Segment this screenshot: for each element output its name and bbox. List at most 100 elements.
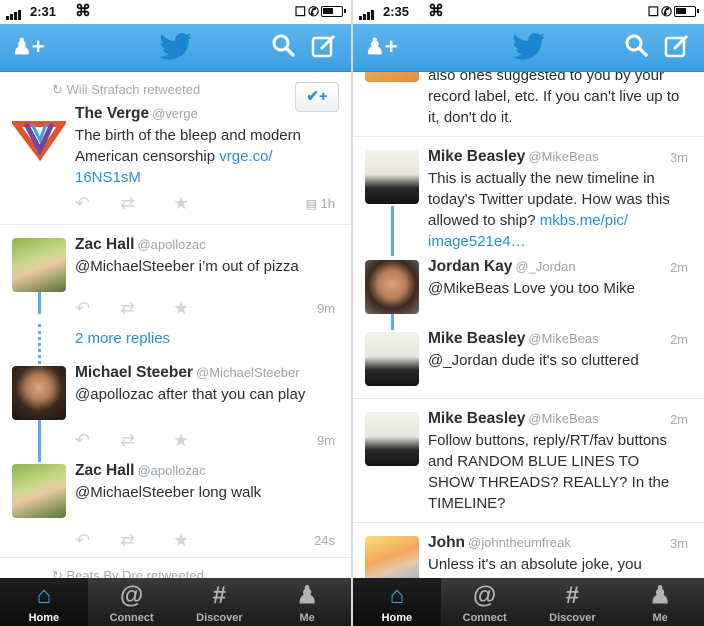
retweet-icon: ↻ (52, 82, 63, 97)
tweet-text: Unless it's an absolute joke, you (428, 556, 642, 573)
tweet-actions: ↶ ⇄ ★ (75, 193, 275, 213)
hash-icon: # (212, 582, 227, 609)
tweet-author[interactable]: Michael Steeber @MichaelSteeber (75, 364, 300, 382)
status-bar: 2:31 ⌘ ☐✆ (0, 0, 351, 24)
tweet-author[interactable]: Zac Hall @apollozac (75, 462, 206, 480)
retweet-icon: ↻ (52, 568, 63, 578)
timeline[interactable]: ↻ Will Strafach retweeted ✔+ The Verge @v… (0, 72, 351, 578)
home-icon: ⌂ (36, 582, 52, 609)
divider (0, 557, 351, 558)
follow-button[interactable]: ✔+ (295, 82, 339, 112)
reply-icon[interactable]: ↶ (75, 430, 90, 451)
reply-icon[interactable]: ↶ (75, 530, 90, 551)
search-icon[interactable] (271, 33, 295, 64)
avatar (365, 536, 419, 578)
tweet-time: 2m (669, 412, 688, 427)
thread-line (38, 420, 41, 462)
hash-icon: # (565, 582, 580, 609)
thread-line-dotted (38, 324, 41, 364)
timeline[interactable]: also ones suggested to you by your recor… (353, 72, 704, 578)
tweet-text: @MikeBeas Love you too Mike (428, 280, 635, 297)
avatar (365, 150, 419, 204)
status-icons: ☐✆ (294, 4, 346, 20)
add-user-icon[interactable]: ♟+ (12, 33, 45, 61)
tweet-author[interactable]: Jordan Kay @_Jordan (428, 258, 576, 276)
tweet-text: This is actually the new timeline in tod… (428, 170, 670, 250)
tab-home[interactable]: ⌂ Home (0, 578, 88, 626)
thread-line (391, 314, 394, 330)
favorite-icon[interactable]: ★ (173, 530, 189, 551)
add-user-icon[interactable]: ♟+ (365, 33, 398, 61)
tweet-time: 24s (314, 533, 335, 548)
avatar (365, 412, 419, 466)
status-time: 2:35 (383, 4, 410, 19)
compose-icon[interactable] (311, 33, 337, 66)
tab-me[interactable]: ♟ Me (263, 578, 351, 626)
retweet-action-icon[interactable]: ⇄ (120, 430, 135, 451)
tab-discover[interactable]: # Discover (176, 578, 264, 626)
reply-icon[interactable]: ↶ (75, 298, 90, 319)
favorite-icon[interactable]: ★ (173, 430, 189, 451)
thread-line (38, 292, 41, 314)
tweet-author[interactable]: Zac Hall @apollozac (75, 236, 206, 254)
divider (353, 136, 704, 137)
mute-icon: ☐ (294, 4, 309, 19)
tweet-time: 3m (669, 150, 688, 165)
retweet-action-icon[interactable]: ⇄ (120, 298, 135, 319)
avatar (12, 238, 66, 292)
tweet-time: ▤ 1h (305, 196, 335, 211)
thread-line (391, 206, 394, 256)
tweet-actions: ↶ ⇄ ★ (75, 530, 275, 550)
tweet-author[interactable]: Mike Beasley @MikeBeas (428, 330, 599, 348)
tab-connect[interactable]: @ Connect (441, 578, 529, 626)
tweet-text: The birth of the bleep and modern Americ… (75, 127, 301, 186)
left-phone: 2:31 ⌘ ☐✆ ♟+ ↻ Will Strafach retweeted ✔… (0, 0, 351, 626)
battery-icon (321, 6, 346, 17)
tweet-text: also ones suggested to you by your recor… (428, 72, 680, 126)
tweet-author[interactable]: Mike Beasley @MikeBeas (428, 410, 599, 428)
retweet-action-icon[interactable]: ⇄ (120, 530, 135, 551)
tweet-author[interactable]: The Verge @verge (75, 105, 198, 123)
tab-bar: ⌂ Home @ Connect # Discover ♟ Me (0, 578, 351, 626)
tab-bar: ⌂ Home @ Connect # Discover ♟ Me (353, 578, 704, 626)
tweet-text: @MichaelSteeber i’m out of pizza (75, 258, 299, 275)
phone-icon: ✆ (661, 4, 674, 19)
more-replies-link[interactable]: 2 more replies (75, 330, 170, 347)
screenshot-composite: 2:31 ⌘ ☐✆ ♟+ ↻ Will Strafach retweeted ✔… (0, 0, 704, 626)
avatar (12, 464, 66, 518)
tweet-time: 9m (316, 433, 335, 448)
tweet-author[interactable]: Mike Beasley @MikeBeas (428, 148, 599, 166)
retweet-label: ↻ Will Strafach retweeted (52, 82, 201, 97)
wifi-icon: ⌘ (428, 3, 444, 20)
search-icon[interactable] (624, 33, 648, 64)
status-bar: 2:35 ⌘ ☐✆ (353, 0, 704, 24)
right-phone: 2:35 ⌘ ☐✆ ♟+ also ones suggested to you … (353, 0, 704, 626)
divider (0, 224, 351, 225)
tab-connect[interactable]: @ Connect (88, 578, 176, 626)
retweet-label: ↻ Beats By Dre retweeted (52, 568, 204, 578)
avatar (365, 72, 419, 82)
compose-icon[interactable] (664, 33, 690, 66)
tweet-text: @apollozac after that you can play (75, 386, 306, 403)
at-icon: @ (472, 582, 497, 609)
tab-discover[interactable]: # Discover (529, 578, 617, 626)
avatar (365, 260, 419, 314)
reply-icon[interactable]: ↶ (75, 193, 90, 214)
divider (353, 522, 704, 523)
nav-bar: ♟+ (0, 24, 351, 72)
person-icon: ♟ (649, 582, 671, 609)
tab-me[interactable]: ♟ Me (616, 578, 704, 626)
signal-icon (359, 5, 375, 20)
at-icon: @ (119, 582, 144, 609)
favorite-icon[interactable]: ★ (173, 193, 189, 214)
battery-icon (674, 6, 699, 17)
retweet-action-icon[interactable]: ⇄ (120, 193, 135, 214)
wifi-icon: ⌘ (75, 3, 91, 20)
tab-home[interactable]: ⌂ Home (353, 578, 441, 626)
favorite-icon[interactable]: ★ (173, 298, 189, 319)
twitter-bird-icon (511, 33, 546, 68)
tweet-time: 9m (316, 301, 335, 316)
mute-icon: ☐ (647, 4, 662, 19)
tweet-author[interactable]: John @johntheumfreak (428, 534, 571, 552)
status-time: 2:31 (30, 4, 57, 19)
